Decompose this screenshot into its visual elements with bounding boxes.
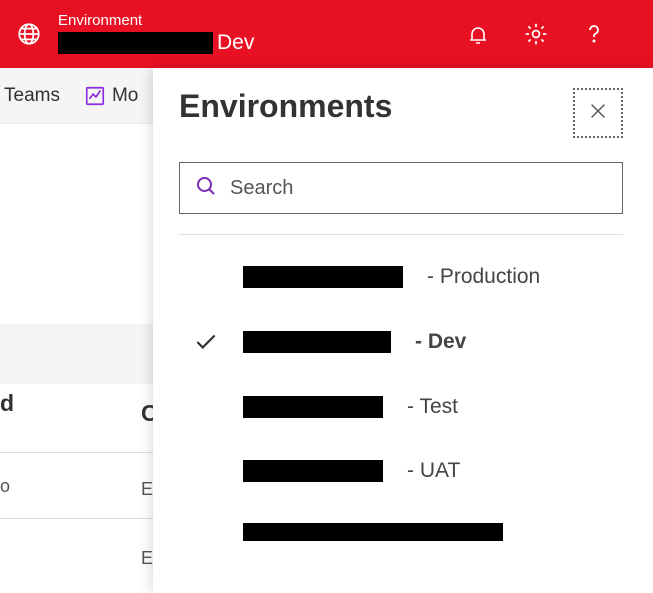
- environment-label: Environment: [58, 12, 254, 30]
- nav-teams[interactable]: Teams: [4, 85, 60, 107]
- help-icon[interactable]: [581, 21, 607, 47]
- header-actions: [465, 21, 637, 47]
- panel-divider: [179, 234, 623, 235]
- redacted-env-name: [243, 266, 403, 288]
- search-icon: [194, 174, 218, 203]
- search-input[interactable]: [230, 177, 608, 200]
- panel-title: Environments: [179, 88, 392, 125]
- panel-header: Environments: [179, 88, 623, 138]
- bg-cell-3: E: [141, 548, 153, 569]
- close-button[interactable]: [573, 88, 623, 138]
- gear-icon[interactable]: [523, 21, 549, 47]
- waffle-icon[interactable]: [16, 21, 42, 47]
- notifications-icon[interactable]: [465, 21, 491, 47]
- environment-suffix: - Dev: [415, 330, 466, 354]
- redacted-env-name: [243, 396, 383, 418]
- environment-item-test[interactable]: - Test: [189, 395, 623, 419]
- nav-teams-label: Teams: [4, 85, 60, 107]
- bg-cell-1: o: [0, 476, 10, 497]
- close-icon: [587, 100, 609, 127]
- bg-column-header-1: d: [0, 390, 14, 417]
- environments-panel: Environments - Production: [153, 68, 653, 593]
- redacted-env-extra: [243, 523, 503, 541]
- environment-value: Dev: [58, 30, 254, 55]
- environment-suffix: - Test: [407, 395, 458, 419]
- environment-suffix: - UAT: [407, 459, 460, 483]
- redacted-env-name: [58, 32, 213, 54]
- environment-item-production[interactable]: - Production: [189, 265, 623, 289]
- environment-suffix: Dev: [217, 30, 254, 55]
- nav-more[interactable]: Mo: [84, 85, 138, 107]
- environment-suffix: - Production: [427, 265, 540, 289]
- redacted-env-name: [243, 331, 391, 353]
- app-header: Environment Dev: [0, 0, 653, 68]
- checkmark-icon: [189, 329, 223, 355]
- environment-item-uat[interactable]: - UAT: [189, 459, 623, 483]
- header-left: Environment Dev: [16, 12, 254, 55]
- redacted-env-name: [243, 460, 383, 482]
- chart-icon: [84, 85, 106, 107]
- environment-list: - Production - Dev - Test - UAT: [179, 265, 623, 541]
- nav-more-label: Mo: [112, 85, 138, 107]
- bg-cell-2: E: [141, 479, 153, 500]
- environment-selector[interactable]: Environment Dev: [58, 12, 254, 55]
- search-box[interactable]: [179, 162, 623, 214]
- environment-item-dev[interactable]: - Dev: [189, 329, 623, 355]
